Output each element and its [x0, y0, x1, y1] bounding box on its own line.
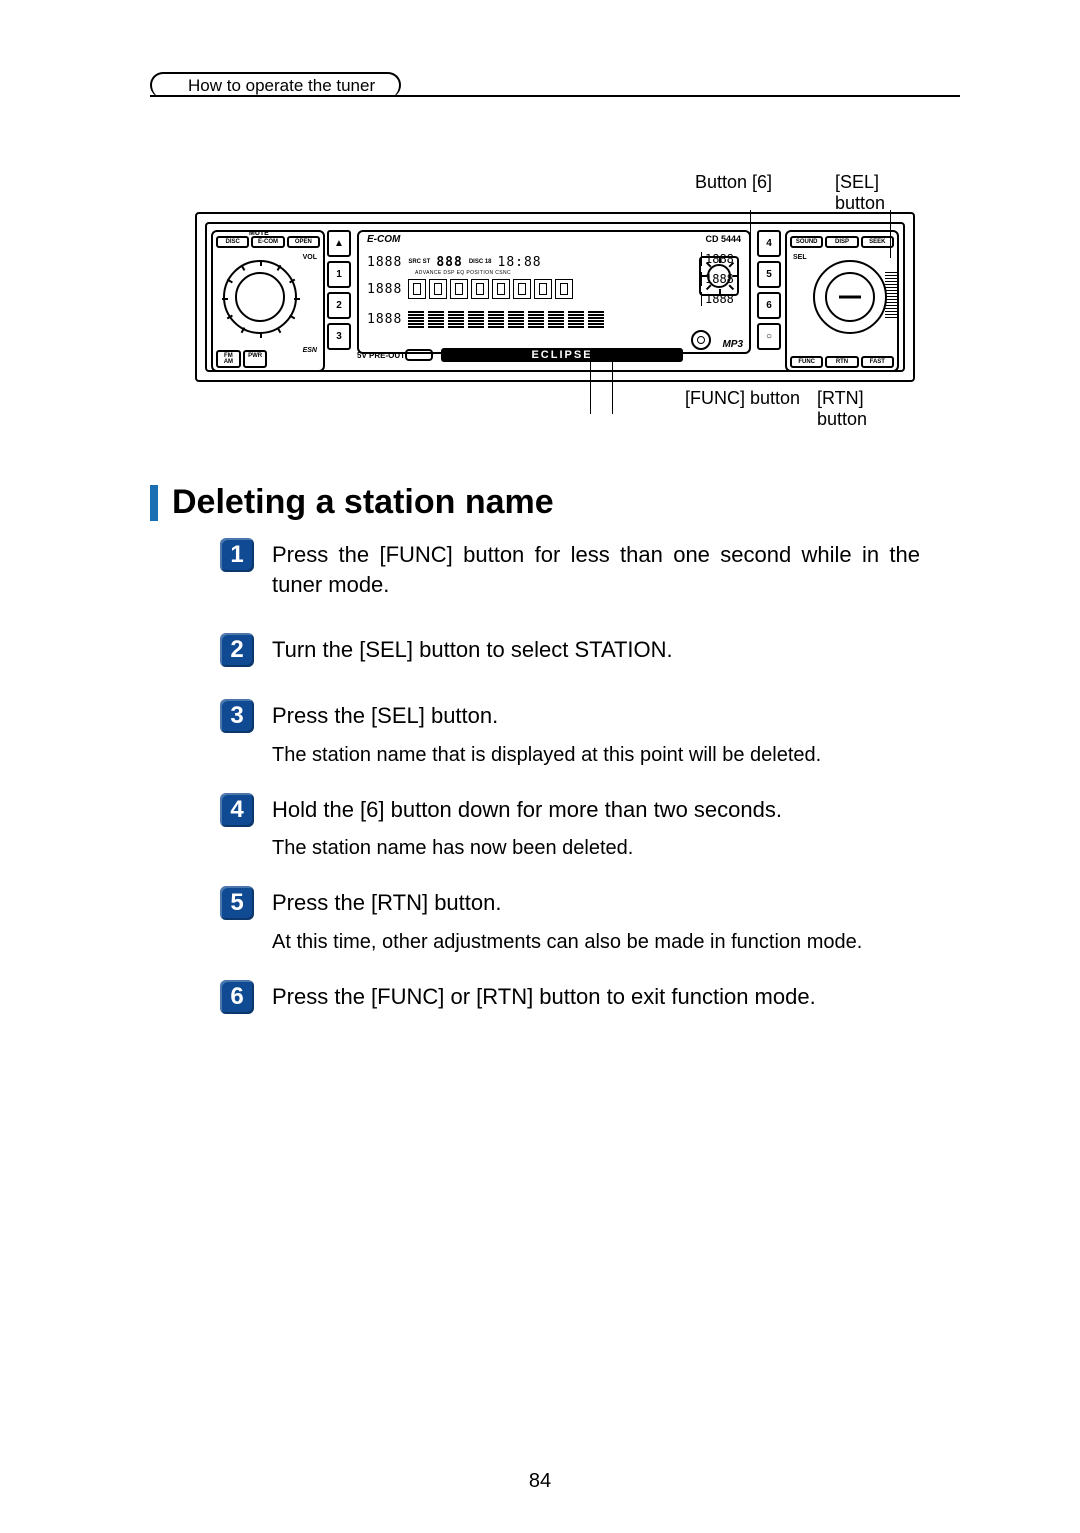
lcd-row-2: 1888 — [367, 278, 689, 300]
step-instruction: Press the [FUNC] button for less than on… — [272, 540, 920, 599]
lcd-display: E-COM CD 5444 1888 SRC ST 888 DISC 18 18… — [357, 230, 751, 354]
func-button[interactable]: FUNC — [790, 356, 823, 368]
step-instruction: Press the [SEL] button. — [272, 701, 920, 731]
rtn-button[interactable]: RTN — [825, 356, 858, 368]
lcd-tags: ADVANCE DSP EQ POSITION CSNC — [415, 270, 511, 276]
char-cells — [408, 279, 573, 299]
page-number: 84 — [0, 1470, 1080, 1493]
step-1: 1 Press the [FUNC] button for less than … — [220, 540, 920, 609]
sound-button[interactable]: SOUND — [790, 236, 823, 248]
step-number: 1 — [220, 538, 254, 572]
callouts-top: Button [6] [SEL] button — [195, 172, 915, 212]
callouts-bottom: [FUNC] button [RTN] button — [195, 388, 915, 428]
step-6: 6 Press the [FUNC] or [RTN] button to ex… — [220, 982, 920, 1022]
knob-hatch-icon — [885, 272, 899, 318]
callout-rtn-button: [RTN] button — [817, 388, 915, 430]
spectrum-icon — [408, 311, 604, 328]
lcd-model-label: CD 5444 — [705, 234, 741, 244]
readout-2: 1888 — [701, 272, 745, 286]
step-instruction: Turn the [SEL] button to select STATION. — [272, 635, 920, 665]
step-3: 3 Press the [SEL] button. The station na… — [220, 701, 920, 769]
preout-label: 5V PRE-OUT — [357, 351, 405, 360]
esn-label: ESN — [303, 347, 317, 354]
readout-1: 1888 — [701, 252, 745, 266]
step-5: 5 Press the [RTN] button. At this time, … — [220, 888, 920, 956]
section-title: Deleting a station name — [172, 483, 554, 522]
step-note: The station name has now been deleted. — [272, 834, 920, 862]
seek-button[interactable]: SEEK — [861, 236, 894, 248]
page: How to operate the tuner Button [6] [SEL… — [0, 0, 1080, 1533]
disc-button[interactable]: DISC — [216, 236, 249, 248]
leader-line — [612, 352, 613, 414]
step-instruction: Press the [FUNC] or [RTN] button to exit… — [272, 982, 920, 1012]
step-instruction: Press the [RTN] button. — [272, 888, 920, 918]
readout-3: 1888 — [701, 292, 745, 306]
open-button[interactable]: OPEN — [287, 236, 320, 248]
callout-sel-button: [SEL] button — [835, 172, 915, 214]
callout-func-button: [FUNC] button — [685, 388, 800, 409]
presets-left: ▲ 1 2 3 — [327, 230, 351, 350]
sel-label: SEL — [793, 254, 807, 261]
header-rule — [150, 95, 960, 97]
left-control-block: MUTE DISC E-COM OPEN VOL — [211, 230, 325, 372]
preset-5[interactable]: 5 — [757, 261, 781, 288]
fast-button[interactable]: FAST — [861, 356, 894, 368]
eject-button[interactable]: ▲ — [327, 230, 351, 257]
step-number: 4 — [220, 793, 254, 827]
presets-right: 4 5 6 ○ — [757, 230, 781, 350]
callout-button-6: Button [6] — [695, 172, 772, 193]
lcd-row-3: 1888 — [367, 306, 689, 332]
step-number: 2 — [220, 633, 254, 667]
brand-label: ECLIPSE — [441, 348, 683, 362]
step-4: 4 Hold the [6] button down for more than… — [220, 795, 920, 863]
below-lcd-strip: 5V PRE-OUT ECLIPSE — [357, 346, 751, 364]
steps-list: 1 Press the [FUNC] button for less than … — [220, 540, 920, 1022]
lcd-row-1: 1888 SRC ST 888 DISC 18 18:88 — [367, 252, 689, 272]
leader-line — [590, 352, 591, 414]
step-note: The station name that is displayed at th… — [272, 741, 920, 769]
preset-2[interactable]: 2 — [327, 292, 351, 319]
seg-c: 1888 — [367, 282, 402, 297]
seg-b: 888 — [436, 255, 462, 270]
disp-button[interactable]: DISP — [825, 236, 858, 248]
header-tab-text: How to operate the tuner — [188, 76, 375, 96]
step-number: 5 — [220, 886, 254, 920]
pwr-button[interactable]: PWR — [243, 350, 268, 368]
src-st-indicator: SRC ST — [408, 259, 430, 265]
ecom-button[interactable]: E-COM — [251, 236, 284, 248]
heading-accent-bar — [150, 485, 158, 521]
disc-indicator: DISC 18 — [469, 259, 492, 265]
device-inner: MUTE DISC E-COM OPEN VOL — [205, 222, 905, 372]
step-note: At this time, other adjustments can also… — [272, 928, 920, 956]
fm-am-button[interactable]: FM AM — [216, 350, 241, 368]
right-control-block: SOUND DISP SEEK SEL FUNC RTN FAST — [785, 230, 899, 372]
preset-4[interactable]: 4 — [757, 230, 781, 257]
seg-d: 1888 — [367, 312, 402, 327]
preset-dot[interactable]: ○ — [757, 323, 781, 350]
preset-3[interactable]: 3 — [327, 323, 351, 350]
preset-6[interactable]: 6 — [757, 292, 781, 319]
vol-label: VOL — [303, 254, 317, 261]
eject-slot-icon — [405, 349, 433, 361]
step-2: 2 Turn the [SEL] button to select STATIO… — [220, 635, 920, 675]
seg-a: 1888 — [367, 255, 402, 270]
device-figure: Button [6] [SEL] button MUTE DISC E-COM … — [195, 172, 915, 428]
lcd-right-readouts: 1888 1888 1888 — [701, 252, 745, 306]
section-heading: Deleting a station name — [150, 483, 554, 522]
device-frame: MUTE DISC E-COM OPEN VOL — [195, 212, 915, 382]
sel-knob[interactable] — [813, 260, 887, 334]
step-number: 6 — [220, 980, 254, 1014]
preset-1[interactable]: 1 — [327, 261, 351, 288]
step-instruction: Hold the [6] button down for more than t… — [272, 795, 920, 825]
lcd-ecom-label: E-COM — [367, 234, 400, 245]
step-number: 3 — [220, 699, 254, 733]
time-indicator: 18:88 — [498, 255, 542, 270]
volume-knob[interactable] — [223, 260, 297, 334]
